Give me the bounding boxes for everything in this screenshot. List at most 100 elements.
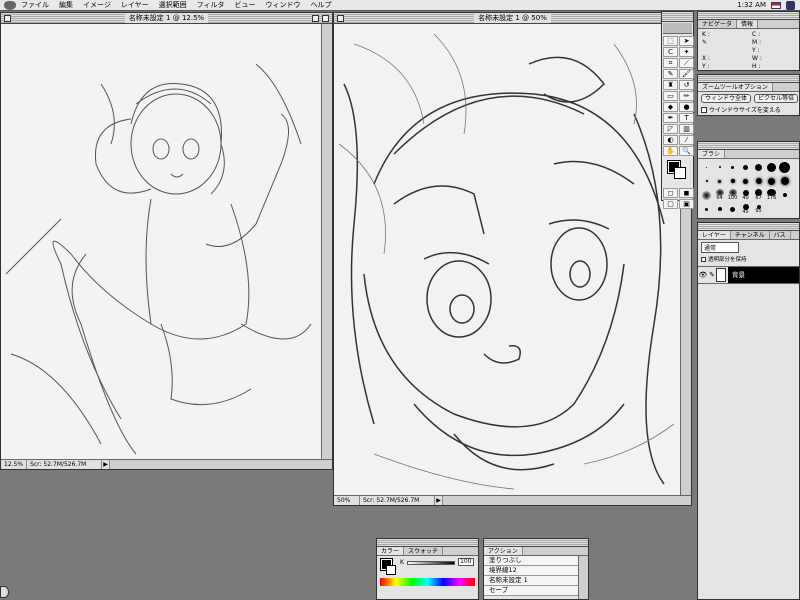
palette-titlebar[interactable] [484, 539, 588, 547]
lasso-tool-icon[interactable]: ᑕ [663, 47, 678, 57]
eyedropper-tool-icon[interactable]: ⁄ [679, 135, 694, 145]
brush-preset[interactable] [713, 175, 726, 187]
brush-preset[interactable]: 45 [739, 203, 752, 215]
action-item[interactable]: 塗りつぶし [484, 556, 578, 566]
brush-preset[interactable] [778, 161, 791, 173]
menu-image[interactable]: イメージ [83, 0, 111, 10]
brush-preset[interactable] [752, 161, 765, 173]
menu-view[interactable]: ビュー [235, 0, 256, 10]
blur-tool-icon[interactable]: ◆ [663, 102, 678, 112]
brush-link-icon[interactable]: ✎ [708, 271, 716, 279]
status-menu-arrow-icon[interactable]: ▶ [102, 460, 110, 469]
brush-preset[interactable] [752, 175, 765, 187]
brush-preset[interactable]: 176 [765, 189, 778, 201]
sketch-canvas[interactable] [1, 24, 321, 459]
collapse-box-icon[interactable] [322, 15, 329, 22]
tab-channels[interactable]: チャンネル [730, 231, 770, 239]
palette-titlebar[interactable] [698, 223, 799, 231]
color-ramp[interactable] [380, 578, 475, 586]
sketch-canvas[interactable] [334, 24, 680, 495]
screen-mode-icon[interactable]: ▢ [663, 199, 678, 209]
brush-preset[interactable] [778, 189, 791, 201]
palette-titlebar[interactable] [662, 12, 693, 22]
tab-paths[interactable]: パス [769, 231, 791, 239]
pen-tool-icon[interactable]: ✒ [663, 113, 678, 123]
brush-preset[interactable] [726, 203, 739, 215]
close-box-icon[interactable] [337, 15, 344, 22]
layer-row-background[interactable]: 👁 ✎ 背景 [698, 266, 799, 284]
action-item[interactable]: 境界線12 [484, 566, 578, 576]
window-titlebar[interactable]: 名称未設定 1 @ 12.5% [1, 13, 332, 24]
keyboard-flag-icon[interactable] [771, 1, 781, 9]
brush-preset[interactable] [700, 189, 713, 201]
blend-mode-select[interactable]: 通常 [701, 242, 739, 253]
brush-preset[interactable] [726, 161, 739, 173]
tab-brushes[interactable]: ブラシ [698, 150, 725, 158]
zoom-level[interactable]: 12.5% [1, 460, 27, 469]
visibility-eye-icon[interactable]: 👁 [698, 271, 708, 279]
menu-select[interactable]: 選択範囲 [159, 0, 187, 10]
brush-preset[interactable]: 95 [752, 203, 765, 215]
menu-window[interactable]: ウィンドウ [266, 0, 301, 10]
k-value-field[interactable]: 100 [458, 558, 474, 566]
brush-preset[interactable] [778, 175, 791, 187]
zoom-box-icon[interactable] [312, 15, 319, 22]
magic-wand-tool-icon[interactable]: ✦ [679, 47, 694, 57]
eraser-tool-icon[interactable]: ▭ [663, 91, 678, 101]
tab-actions[interactable]: アクション [484, 547, 523, 555]
pencil-tool-icon[interactable]: ✏ [679, 91, 694, 101]
brush-preset[interactable] [700, 203, 713, 215]
palette-titlebar[interactable] [698, 12, 799, 20]
brush-preset[interactable]: 100 [726, 189, 739, 201]
brush-preset[interactable] [700, 175, 713, 187]
tab-layers[interactable]: レイヤー [698, 231, 731, 239]
brush-preset[interactable]: 67 [752, 189, 765, 201]
tab-navigator[interactable]: ナビゲータ [698, 20, 738, 28]
measure-tool-icon[interactable]: ◸ [663, 124, 678, 134]
vertical-scrollbar[interactable] [321, 24, 332, 459]
palette-titlebar[interactable] [698, 142, 799, 150]
action-item[interactable]: セーブ [484, 586, 578, 596]
dodge-tool-icon[interactable]: ● [679, 102, 694, 112]
slice-tool-icon[interactable]: ⟋ [679, 58, 694, 68]
horizontal-scrollbar[interactable] [443, 496, 691, 505]
quick-mask-icon[interactable]: ◼ [679, 188, 694, 198]
desktop-disk-icon[interactable] [0, 586, 9, 598]
airbrush-tool-icon[interactable]: ✎ [663, 69, 678, 79]
application-icon[interactable] [786, 0, 795, 10]
zoom-tool-icon[interactable]: 🔍 [679, 146, 694, 156]
horizontal-scrollbar[interactable] [110, 460, 332, 469]
history-brush-tool-icon[interactable]: ↺ [679, 80, 694, 90]
menu-layer[interactable]: レイヤー [121, 0, 149, 10]
hand-tool-icon[interactable]: ✋ [663, 146, 678, 156]
app-logo-icon[interactable] [663, 23, 692, 34]
apple-menu-icon[interactable] [4, 0, 16, 10]
brush-preset[interactable] [726, 175, 739, 187]
brush-preset[interactable] [713, 203, 726, 215]
tab-info[interactable]: 情報 [737, 20, 759, 28]
menu-edit[interactable]: 編集 [59, 0, 73, 10]
actions-scrollbar[interactable] [578, 556, 588, 599]
window-titlebar[interactable]: 名称未設定 1 @ 50% [334, 13, 691, 24]
resize-window-checkbox[interactable] [701, 106, 707, 113]
brush-preset[interactable] [700, 161, 713, 173]
background-color-swatch[interactable] [674, 167, 686, 179]
actual-pixels-button[interactable]: ピクセル等倍 [754, 94, 799, 103]
stamp-tool-icon[interactable]: ♜ [663, 80, 678, 90]
brush-tool-icon[interactable]: 🖌 [679, 69, 694, 79]
move-tool-icon[interactable]: ➤ [679, 36, 694, 46]
close-box-icon[interactable] [4, 15, 11, 22]
brush-preset[interactable]: 40 [739, 189, 752, 201]
bucket-tool-icon[interactable]: ◐ [663, 135, 678, 145]
tab-swatches[interactable]: スウォッチ [404, 547, 444, 555]
brush-preset[interactable] [713, 161, 726, 173]
palette-titlebar[interactable] [377, 539, 478, 547]
menu-filter[interactable]: フィルタ [197, 0, 225, 10]
brush-preset[interactable]: 64 [713, 189, 726, 201]
tab-color[interactable]: カラー [377, 547, 405, 555]
menu-file[interactable]: ファイル [21, 0, 49, 10]
palette-titlebar[interactable] [698, 75, 799, 83]
crop-tool-icon[interactable]: ⌗ [663, 58, 678, 68]
standard-mode-icon[interactable]: ◻ [663, 188, 678, 198]
tab-zoom-options[interactable]: ズームツールオプション [698, 83, 773, 91]
